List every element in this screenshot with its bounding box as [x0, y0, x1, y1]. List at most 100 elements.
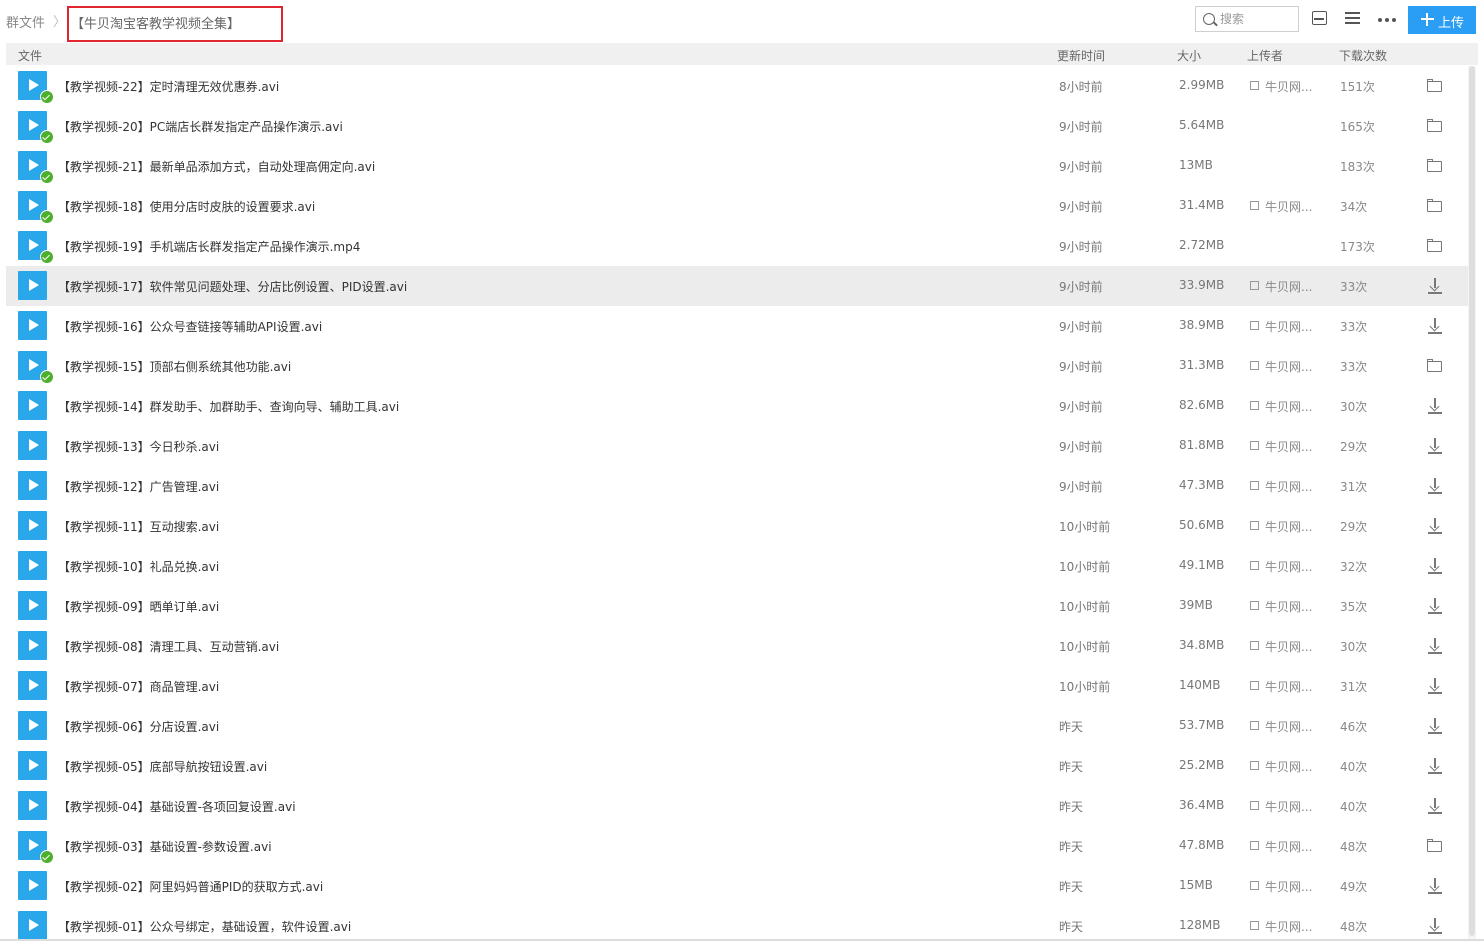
file-row[interactable]: 【教学视频-09】晒单订单.avi 10小时前 39MB 牛贝网... 35次	[6, 586, 1468, 626]
file-name[interactable]: 【教学视频-03】基础设置-参数设置.avi	[58, 838, 272, 855]
file-row[interactable]: 【教学视频-20】PC端店长群发指定产品操作演示.avi 9小时前 5.64MB 16…	[6, 106, 1468, 146]
download-icon[interactable]	[1426, 438, 1444, 454]
file-name[interactable]: 【教学视频-02】阿里妈妈普通PID的获取方式.avi	[58, 878, 323, 895]
column-uploader[interactable]: 上传者	[1247, 47, 1283, 64]
file-name[interactable]: 【教学视频-18】使用分店时皮肤的设置要求.avi	[58, 198, 315, 215]
open-folder-icon[interactable]	[1426, 118, 1444, 134]
upload-button[interactable]: 上传	[1408, 6, 1476, 34]
download-icon[interactable]	[1426, 598, 1444, 614]
download-icon[interactable]	[1426, 718, 1444, 734]
file-row[interactable]: 【教学视频-03】基础设置-参数设置.avi 昨天 47.8MB 牛贝网... 48次	[6, 826, 1468, 866]
file-row[interactable]: 【教学视频-05】底部导航按钮设置.avi 昨天 25.2MB 牛贝网... 40次	[6, 746, 1468, 786]
more-options-icon[interactable]	[1378, 10, 1398, 26]
file-name[interactable]: 【教学视频-01】公众号绑定，基础设置，软件设置.avi	[58, 918, 351, 935]
open-folder-icon[interactable]	[1426, 358, 1444, 374]
open-folder-icon[interactable]	[1426, 838, 1444, 854]
file-name[interactable]: 【教学视频-21】最新单品添加方式，自动处理高佣定向.avi	[58, 158, 375, 175]
column-file[interactable]: 文件	[18, 47, 42, 64]
file-row[interactable]: 【教学视频-06】分店设置.avi 昨天 53.7MB 牛贝网... 46次	[6, 706, 1468, 746]
file-name[interactable]: 【教学视频-16】公众号查链接等辅助API设置.avi	[58, 318, 322, 335]
file-row[interactable]: 【教学视频-04】基础设置-各项回复设置.avi 昨天 36.4MB 牛贝网... 40…	[6, 786, 1468, 826]
download-icon[interactable]	[1426, 478, 1444, 494]
search-box[interactable]	[1195, 6, 1299, 32]
file-uploader[interactable]: 牛贝网...	[1250, 558, 1312, 575]
file-uploader[interactable]: 牛贝网...	[1250, 198, 1312, 215]
file-uploader[interactable]: 牛贝网...	[1250, 598, 1312, 615]
column-updated[interactable]: 更新时间	[1057, 47, 1105, 64]
video-file-icon	[18, 431, 47, 460]
file-row[interactable]: 【教学视频-02】阿里妈妈普通PID的获取方式.avi 昨天 15MB 牛贝网... 4…	[6, 866, 1468, 906]
file-name[interactable]: 【教学视频-13】今日秒杀.avi	[58, 438, 219, 455]
file-uploader[interactable]: 牛贝网...	[1250, 678, 1312, 695]
file-uploader[interactable]: 牛贝网...	[1250, 78, 1312, 95]
file-name[interactable]: 【教学视频-05】底部导航按钮设置.avi	[58, 758, 267, 775]
file-download-count: 29次	[1340, 440, 1368, 454]
download-icon[interactable]	[1426, 318, 1444, 334]
file-name[interactable]: 【教学视频-08】清理工具、互动营销.avi	[58, 638, 279, 655]
file-name[interactable]: 【教学视频-11】互动搜索.avi	[58, 518, 219, 535]
open-folder-icon[interactable]	[1426, 238, 1444, 254]
download-icon[interactable]	[1426, 758, 1444, 774]
download-icon[interactable]	[1426, 558, 1444, 574]
file-row[interactable]: 【教学视频-07】商品管理.avi 10小时前 140MB 牛贝网... 31次	[6, 666, 1468, 706]
file-row[interactable]: 【教学视频-14】群发助手、加群助手、查询向导、辅助工具.avi 9小时前 82.6…	[6, 386, 1468, 426]
file-uploader[interactable]: 牛贝网...	[1250, 798, 1312, 815]
list-view-icon[interactable]	[1345, 10, 1363, 26]
file-row[interactable]: 【教学视频-08】清理工具、互动营销.avi 10小时前 34.8MB 牛贝网... 3…	[6, 626, 1468, 666]
file-name[interactable]: 【教学视频-20】PC端店长群发指定产品操作演示.avi	[58, 118, 343, 135]
file-uploader[interactable]: 牛贝网...	[1250, 878, 1312, 895]
file-download-count: 29次	[1340, 520, 1368, 534]
file-name[interactable]: 【教学视频-06】分店设置.avi	[58, 718, 219, 735]
download-icon[interactable]	[1426, 878, 1444, 894]
file-row[interactable]: 【教学视频-10】礼品兑换.avi 10小时前 49.1MB 牛贝网... 32次	[6, 546, 1468, 586]
file-row[interactable]: 【教学视频-13】今日秒杀.avi 9小时前 81.8MB 牛贝网... 29次	[6, 426, 1468, 466]
file-name[interactable]: 【教学视频-22】定时清理无效优惠券.avi	[58, 78, 279, 95]
download-icon[interactable]	[1426, 398, 1444, 414]
file-name[interactable]: 【教学视频-14】群发助手、加群助手、查询向导、辅助工具.avi	[58, 398, 399, 415]
download-icon[interactable]	[1426, 678, 1444, 694]
file-uploader[interactable]: 牛贝网...	[1250, 318, 1312, 335]
file-uploader[interactable]: 牛贝网...	[1250, 438, 1312, 455]
file-name[interactable]: 【教学视频-17】软件常见问题处理、分店比例设置、PID设置.avi	[58, 278, 407, 295]
scrollbar-thumb[interactable]	[1469, 66, 1475, 936]
file-row[interactable]: 【教学视频-19】手机端店长群发指定产品操作演示.mp4 9小时前 2.72MB 17…	[6, 226, 1468, 266]
breadcrumb-root[interactable]: 群文件	[6, 12, 45, 31]
open-folder-icon[interactable]	[1426, 78, 1444, 94]
column-size[interactable]: 大小	[1177, 47, 1201, 64]
download-icon[interactable]	[1426, 798, 1444, 814]
file-name[interactable]: 【教学视频-12】广告管理.avi	[58, 478, 219, 495]
file-uploader[interactable]: 牛贝网...	[1250, 718, 1312, 735]
file-uploader[interactable]: 牛贝网...	[1250, 918, 1312, 935]
file-name[interactable]: 【教学视频-09】晒单订单.avi	[58, 598, 219, 615]
open-folder-icon[interactable]	[1426, 198, 1444, 214]
file-uploader[interactable]: 牛贝网...	[1250, 758, 1312, 775]
file-uploader[interactable]: 牛贝网...	[1250, 518, 1312, 535]
download-icon[interactable]	[1426, 518, 1444, 534]
download-icon[interactable]	[1426, 278, 1444, 294]
file-row[interactable]: 【教学视频-17】软件常见问题处理、分店比例设置、PID设置.avi 9小时前 33…	[6, 266, 1468, 306]
file-uploader[interactable]: 牛贝网...	[1250, 278, 1312, 295]
download-icon[interactable]	[1426, 638, 1444, 654]
column-downloads[interactable]: 下载次数	[1339, 47, 1387, 64]
file-uploader[interactable]: 牛贝网...	[1250, 478, 1312, 495]
file-row[interactable]: 【教学视频-12】广告管理.avi 9小时前 47.3MB 牛贝网... 31次	[6, 466, 1468, 506]
file-uploader[interactable]: 牛贝网...	[1250, 638, 1312, 655]
file-row[interactable]: 【教学视频-18】使用分店时皮肤的设置要求.avi 9小时前 31.4MB 牛贝网..…	[6, 186, 1468, 226]
file-row[interactable]: 【教学视频-15】顶部右侧系统其他功能.avi 9小时前 31.3MB 牛贝网... 3…	[6, 346, 1468, 386]
file-name[interactable]: 【教学视频-07】商品管理.avi	[58, 678, 219, 695]
file-uploader[interactable]: 牛贝网...	[1250, 358, 1312, 375]
file-name[interactable]: 【教学视频-19】手机端店长群发指定产品操作演示.mp4	[58, 238, 360, 255]
file-name[interactable]: 【教学视频-10】礼品兑换.avi	[58, 558, 219, 575]
file-row[interactable]: 【教学视频-16】公众号查链接等辅助API设置.avi 9小时前 38.9MB 牛贝网…	[6, 306, 1468, 346]
file-uploader[interactable]: 牛贝网...	[1250, 838, 1312, 855]
file-row[interactable]: 【教学视频-22】定时清理无效优惠券.avi 8小时前 2.99MB 牛贝网... 15…	[6, 66, 1468, 106]
file-uploader[interactable]: 牛贝网...	[1250, 398, 1312, 415]
open-folder-icon[interactable]	[1426, 158, 1444, 174]
inbox-icon[interactable]	[1311, 10, 1329, 26]
file-row[interactable]: 【教学视频-11】互动搜索.avi 10小时前 50.6MB 牛贝网... 29次	[6, 506, 1468, 546]
file-row[interactable]: 【教学视频-21】最新单品添加方式，自动处理高佣定向.avi 9小时前 13MB 18…	[6, 146, 1468, 186]
download-icon[interactable]	[1426, 918, 1444, 934]
file-name[interactable]: 【教学视频-15】顶部右侧系统其他功能.avi	[58, 358, 291, 375]
search-input[interactable]	[1220, 10, 1294, 28]
file-name[interactable]: 【教学视频-04】基础设置-各项回复设置.avi	[58, 798, 296, 815]
